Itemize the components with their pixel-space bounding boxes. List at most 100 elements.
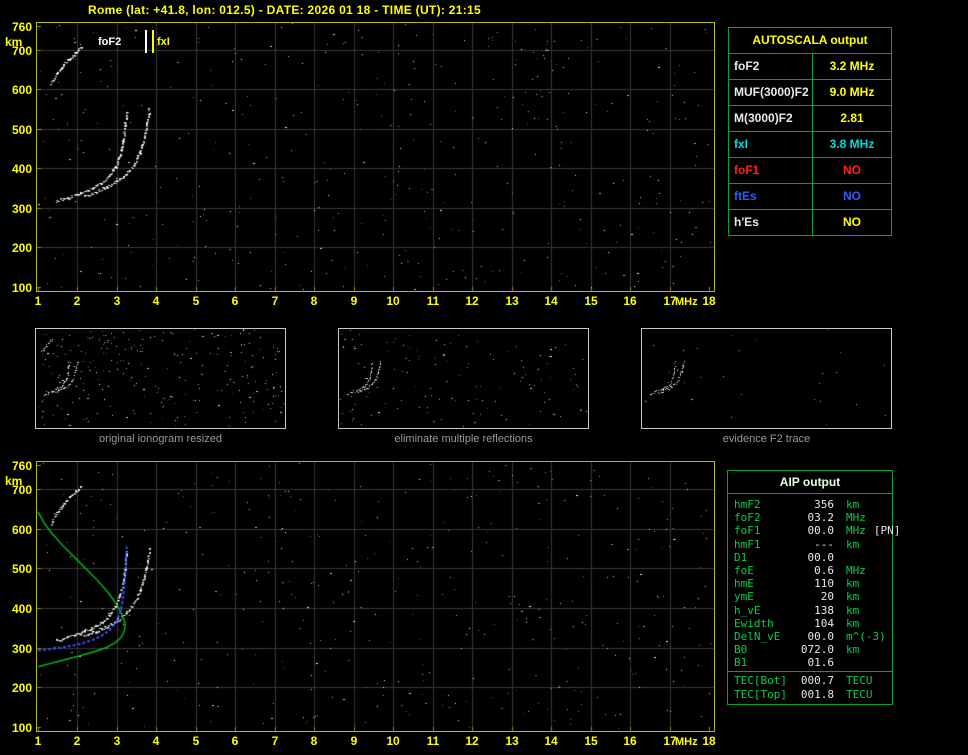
autoscala-row-value: 3.8 MHz <box>829 137 875 151</box>
autoscala-row: fxI 3.8 MHz <box>729 131 891 157</box>
thumbnail-caption-eliminate: eliminate multiple reflections <box>394 433 533 445</box>
autoscala-row-label: h'Es <box>729 210 813 235</box>
aip-row-label: ymE <box>734 590 754 604</box>
autoscala-row: foF1 NO <box>729 157 891 183</box>
autoscala-row-value: NO <box>843 215 861 229</box>
y-tick-label: 760 <box>11 459 32 473</box>
foF2-marker-line <box>145 30 147 53</box>
aip-row-value: 00.0 <box>807 629 835 643</box>
y-tick-label: 400 <box>11 602 32 616</box>
y-tick-label: 200 <box>11 241 32 255</box>
x-tick-label: 4 <box>152 294 160 308</box>
aip-row: B1 01.6 <box>734 656 888 669</box>
x-tick-label: 2 <box>73 294 81 308</box>
thumbnail-canvas-eliminate <box>339 329 588 428</box>
y-axis-labels-top: 760 700 600 500 400 300 200 100 <box>2 20 32 295</box>
x-axis-unit-mhz-top: MHz <box>675 296 698 308</box>
aip-row: h_vE 138 km <box>734 604 888 617</box>
aip-row: D1 00.0 <box>734 551 888 564</box>
aip-row-label: foE <box>734 563 754 577</box>
y-tick-label: 300 <box>11 642 32 656</box>
x-tick-label: 11 <box>426 734 440 748</box>
aip-row-label: D1 <box>734 550 748 564</box>
thumbnail-original-ionogram <box>35 328 286 429</box>
x-tick-label: 16 <box>623 734 637 748</box>
y-tick-label: 500 <box>11 123 32 137</box>
aip-row-unit: km <box>846 577 860 591</box>
autoscala-row-value: NO <box>843 189 861 203</box>
autoscala-window: Rome (lat: +41.8, lon: 012.5) - DATE: 20… <box>0 0 968 755</box>
aip-row-value: 104 <box>814 616 834 630</box>
aip-row-value: 001.8 <box>800 687 834 701</box>
plot-frame-top: foF2 fxI <box>36 22 715 292</box>
aip-row-unit: km <box>846 643 860 657</box>
aip-tec-row: TEC[Bot] 000.7 TECU <box>734 674 888 687</box>
thumbnail-caption-original: original ionogram resized <box>99 433 222 445</box>
autoscala-row-value: 9.0 MHz <box>829 85 875 99</box>
y-tick-label: 760 <box>11 20 32 34</box>
aip-tec-row: TEC[Top] 001.8 TECU <box>734 688 888 701</box>
page-title: Rome (lat: +41.8, lon: 012.5) - DATE: 20… <box>88 3 481 17</box>
x-tick-label: 18 <box>702 734 716 748</box>
x-axis-unit-mhz-bottom: MHz <box>675 736 698 748</box>
aip-output-table: AIP output hmF2 356 km foF2 03.2 MHz foF1 00.0 M… <box>727 470 900 705</box>
aip-tec-rows: TEC[Bot] 000.7 TECU TEC[Top] 001.8 TECU <box>728 671 892 703</box>
autoscala-row-value: 3.2 MHz <box>829 59 875 73</box>
x-tick-label: 12 <box>465 294 479 308</box>
aip-row-unit: km <box>846 603 860 617</box>
fxI-marker-line <box>152 30 154 53</box>
y-axis-unit-km-bottom: km <box>5 474 23 488</box>
aip-row: foE 0.6 MHz <box>734 564 888 577</box>
aip-row: hmF1 --- km <box>734 538 888 551</box>
aip-row-unit: MHz <box>846 524 866 538</box>
aip-row: DelN_vE 00.0 m^(-3) <box>734 630 888 643</box>
thumbnail-caption-evidence: evidence F2 trace <box>722 433 811 445</box>
x-tick-label: 15 <box>584 734 598 748</box>
x-tick-label: 10 <box>386 294 400 308</box>
aip-row-label: hmE <box>734 577 754 591</box>
x-tick-label: 7 <box>271 294 279 308</box>
autoscala-row: foF2 3.2 MHz <box>729 53 891 79</box>
y-tick-label: 600 <box>11 83 32 97</box>
autoscala-table-rows: foF2 3.2 MHz MUF(3000)F2 9.0 MHz M(3000)F2 2.… <box>729 53 891 235</box>
x-tick-label: 12 <box>465 734 479 748</box>
aip-row-unit: km <box>846 537 860 551</box>
aip-row-unit: km <box>846 590 860 604</box>
x-tick-label: 11 <box>426 294 440 308</box>
autoscala-row-label: fxI <box>729 132 813 157</box>
x-tick-label: 14 <box>544 734 558 748</box>
x-tick-label: 5 <box>192 734 200 748</box>
aip-row-unit: TECU <box>846 674 873 688</box>
ionogram-plot-top: foF2 fxI 760 700 600 500 400 300 200 100 km 123… <box>5 20 716 308</box>
aip-row-value: 138 <box>814 603 834 617</box>
autoscala-row: M(3000)F2 2.81 <box>729 105 891 131</box>
x-axis-labels-bottom: 1 2 3 4 5 6 7 8 9 10 11 12 13 14 15 16 17 18 <box>35 734 716 750</box>
autoscala-row: h'Es NO <box>729 209 891 235</box>
autoscala-row: MUF(3000)F2 9.0 MHz <box>729 79 891 105</box>
aip-row-value: 110 <box>814 577 834 591</box>
aip-row-label: DelN_vE <box>734 629 781 643</box>
y-tick-label: 500 <box>11 562 32 576</box>
x-tick-label: 13 <box>505 294 519 308</box>
aip-row-label: hmF2 <box>734 498 761 511</box>
aip-row-unit: km <box>846 616 860 630</box>
foF2-marker-label: foF2 <box>98 36 122 48</box>
autoscala-row: ftEs NO <box>729 183 891 209</box>
aip-row-value: 03.2 <box>807 511 835 525</box>
aip-row-label: Ewidth <box>734 616 774 630</box>
ionogram-plot-bottom: 760 700 600 500 400 300 200 100 km 1 2 3 4 5 6 7 8 9 10 1… <box>5 459 716 748</box>
aip-row-label: TEC[Bot] <box>734 674 787 688</box>
x-tick-label: 13 <box>505 734 519 748</box>
aip-row-label: h_vE <box>734 603 761 617</box>
aip-row: foF1 00.0 MHz [PN] <box>734 524 900 538</box>
x-tick-label: 18 <box>702 294 716 308</box>
aip-row-value: 00.0 <box>807 524 835 538</box>
autoscala-row-label: MUF(3000)F2 <box>729 80 813 105</box>
aip-row-label: hmF1 <box>734 537 761 551</box>
x-tick-label: 9 <box>350 734 358 748</box>
x-tick-label: 16 <box>623 294 637 308</box>
aip-row-unit: km <box>846 498 860 511</box>
aip-table-title: AIP output <box>728 471 892 494</box>
x-tick-label: 4 <box>152 734 160 748</box>
y-tick-label: 300 <box>11 202 32 216</box>
